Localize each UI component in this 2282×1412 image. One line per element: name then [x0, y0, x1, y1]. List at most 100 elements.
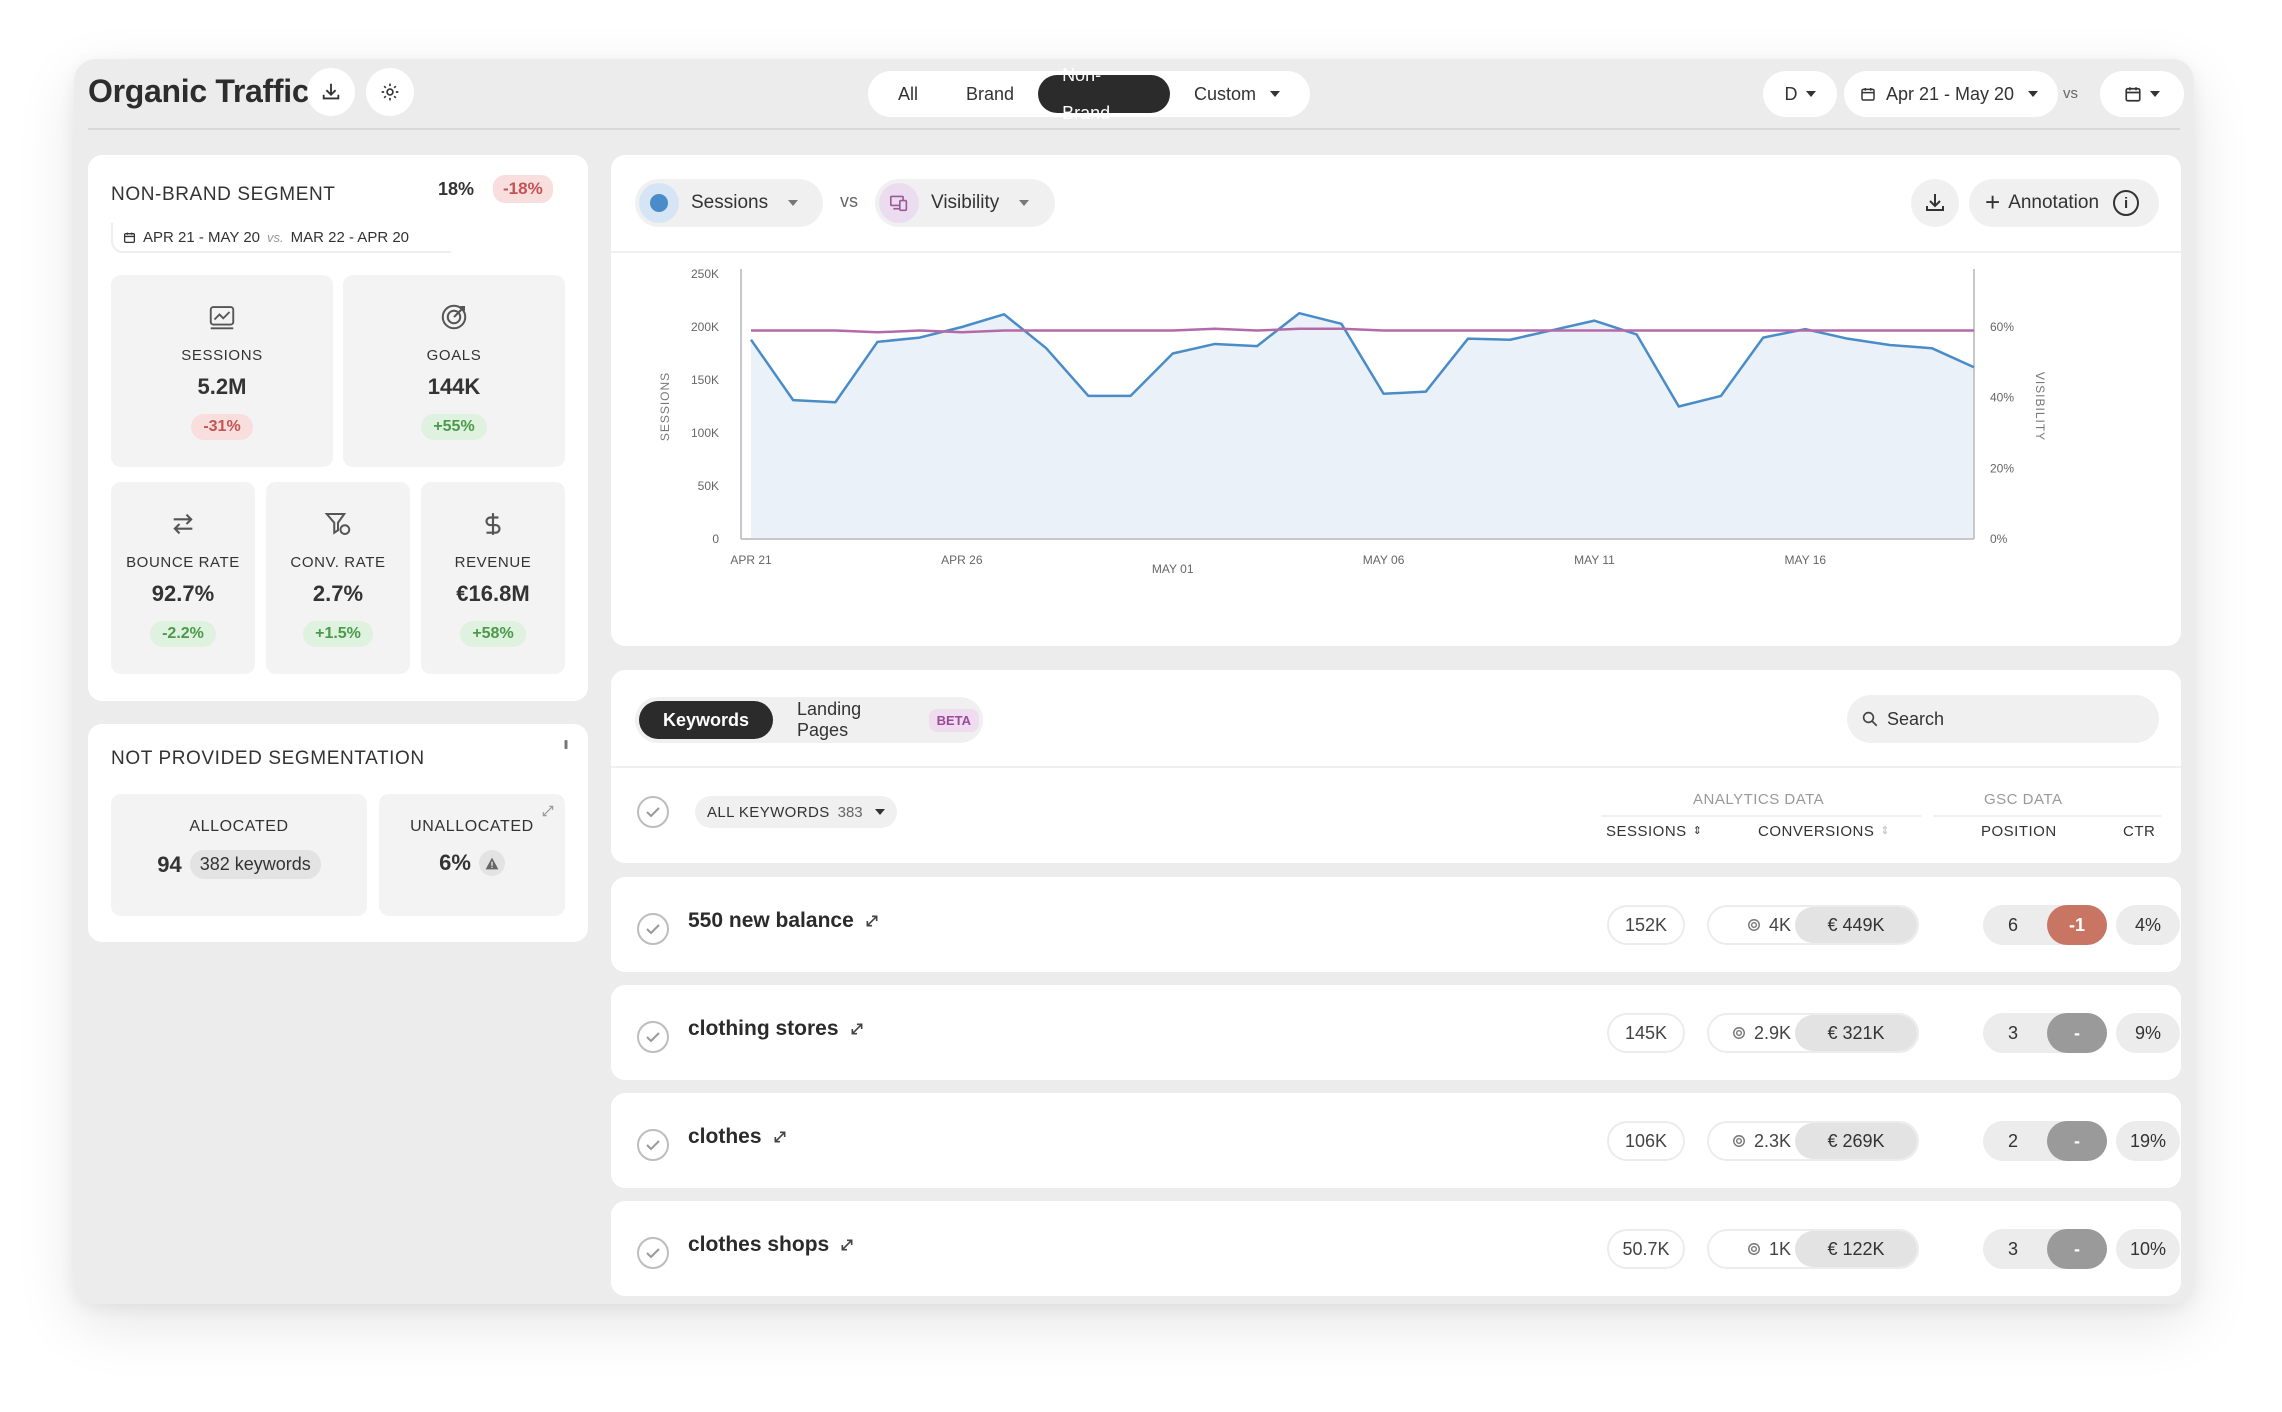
stat-change: +55% [421, 414, 487, 440]
date-range-value: Apr 21 - May 20 [1886, 83, 2015, 104]
date-vs: vs. [267, 229, 284, 245]
segment-card-title: NON-BRAND SEGMENT [111, 184, 336, 205]
keyword-cell: clothing stores [688, 1017, 865, 1041]
x-tick-label: MAY 06 [1363, 553, 1405, 567]
position-change-badge: - [2047, 1229, 2107, 1269]
select-all-checkbox[interactable] [637, 796, 669, 828]
table-row[interactable]: clothes 106K 2.3K € 269K 2 - 19% [611, 1093, 2181, 1188]
tab-landing-pages-label: Landing Pages [797, 699, 862, 740]
sort-icon: ⇕ [1692, 825, 1703, 837]
gear-icon [381, 83, 399, 101]
chart-export-button[interactable] [1911, 179, 1959, 227]
compare-date-select[interactable] [2100, 71, 2184, 117]
settings-button[interactable] [366, 68, 414, 116]
x-tick-label: APR 26 [941, 553, 983, 567]
external-link-icon[interactable] [839, 1237, 855, 1253]
search-input[interactable]: Search [1847, 695, 2159, 743]
keyword-text: clothes shops [688, 1233, 830, 1256]
expand-icon[interactable] [541, 804, 555, 818]
unallocated-label: UNALLOCATED [410, 818, 534, 835]
ctr-cell: 4% [2116, 905, 2180, 945]
segment-non-brand[interactable]: Non-Brand [1038, 65, 1170, 123]
external-link-icon[interactable] [864, 913, 880, 929]
y-tick-label: 100K [691, 426, 719, 440]
stat-conv-rate[interactable]: CONV. RATE 2.7% +1.5% [266, 482, 410, 674]
granularity-select[interactable]: D [1763, 71, 1837, 117]
position-change-badge: - [2047, 1013, 2107, 1053]
conversions-value: 4K [1768, 914, 1791, 935]
ctr-cell: 19% [2116, 1121, 2180, 1161]
stat-label: CONV. RATE [290, 554, 386, 571]
external-link-icon[interactable] [849, 1021, 865, 1037]
info-icon[interactable]: i [2113, 190, 2140, 216]
segment-all[interactable]: All [874, 75, 942, 113]
row-checkbox[interactable] [637, 1021, 669, 1053]
date-comparison: APR 21 - MAY 20 vs. MAR 22 - APR 20 [111, 223, 451, 253]
segment-brand[interactable]: Brand [942, 75, 1038, 113]
visibility-devices-icon [879, 183, 919, 223]
column-conversions[interactable]: CONVERSIONS ⇕ [1758, 823, 1890, 840]
row-checkbox[interactable] [637, 1237, 669, 1269]
annotation-button[interactable]: + Annotation i [1969, 179, 2159, 227]
stat-value: 5.2M [197, 374, 247, 399]
chevron-down-icon [1805, 91, 1816, 97]
segment-share-change: -18% [493, 175, 553, 203]
keywords-table-header-card: Keywords Landing Pages BETA Search ALL K… [611, 670, 2181, 863]
y2-tick-label: 20% [1990, 461, 2014, 475]
stat-goals[interactable]: GOALS 144K +55% [343, 275, 565, 467]
filter-label: ALL KEYWORDS [707, 803, 830, 821]
keyword-text: 550 new balance [688, 909, 854, 932]
stat-sessions[interactable]: SESSIONS 5.2M -31% [111, 275, 333, 467]
stat-change: +58% [460, 621, 526, 647]
check-icon [646, 924, 660, 935]
ctr-cell: 9% [2116, 1013, 2180, 1053]
analytics-data-group: ANALYTICS DATA [1693, 791, 1825, 808]
search-icon [1862, 711, 1878, 727]
segment-custom-label: Custom [1193, 84, 1256, 104]
y2-tick-label: 40% [1990, 391, 2014, 405]
date-previous: MAR 22 - APR 20 [290, 228, 410, 246]
unallocated-value: 6% [439, 850, 471, 875]
x-tick-label: APR 21 [730, 553, 772, 567]
column-sessions[interactable]: SESSIONS ⇕ [1606, 823, 1702, 840]
page-title: Organic Traffic [88, 73, 310, 109]
stat-revenue[interactable]: REVENUE €16.8M +58% [421, 482, 565, 674]
sessions-cell: 145K [1607, 1013, 1685, 1053]
column-sessions-label: SESSIONS [1606, 823, 1687, 840]
x-tick-label: MAY 11 [1574, 553, 1615, 567]
row-checkbox[interactable] [637, 1129, 669, 1161]
column-position[interactable]: POSITION [1981, 823, 2057, 840]
visibility-line [751, 327, 1974, 334]
calendar-icon [2125, 87, 2141, 102]
table-row[interactable]: clothing stores 145K 2.9K € 321K 3 - 9% [611, 985, 2181, 1080]
tab-keywords[interactable]: Keywords [639, 701, 774, 739]
table-row[interactable]: 550 new balance 152K 4K € 449K 6 -1 4% [611, 877, 2181, 972]
plus-icon: + [1985, 186, 2001, 217]
analytics-group-line [1601, 815, 1921, 817]
stat-value: 92.7% [151, 581, 215, 606]
conversions-value: 2.3K [1753, 1130, 1791, 1151]
not-provided-card: NOT PROVIDED SEGMENTATION ALLOCATED 94 3… [88, 724, 588, 942]
stat-bounce-rate[interactable]: BOUNCE RATE 92.7% -2.2% [111, 482, 255, 674]
check-icon [646, 807, 660, 818]
table-row[interactable]: clothes shops 50.7K 1K € 122K 3 - 10% [611, 1201, 2181, 1296]
stat-label: GOALS [426, 347, 482, 364]
external-link-icon[interactable] [772, 1129, 788, 1145]
metric-right-select[interactable]: Visibility [875, 179, 1055, 227]
stat-value: 144K [427, 374, 481, 399]
info-icon[interactable] [556, 734, 576, 754]
beta-badge: BETA [928, 708, 979, 732]
tab-landing-pages[interactable]: Landing Pages BETA [773, 699, 979, 741]
goal-target-icon [1733, 1135, 1745, 1147]
metric-left-select[interactable]: Sessions [635, 179, 823, 227]
row-checkbox[interactable] [637, 913, 669, 945]
export-button[interactable] [307, 68, 355, 116]
sessions-cell: 152K [1607, 905, 1685, 945]
segment-custom[interactable]: Custom [1170, 75, 1304, 113]
allocated-keywords: 382 keywords [189, 850, 321, 879]
date-range-select[interactable]: Apr 21 - May 20 [1844, 71, 2058, 117]
column-ctr[interactable]: CTR [2123, 823, 2155, 840]
keyword-filter-select[interactable]: ALL KEYWORDS 383 [695, 796, 897, 828]
sessions-cell: 106K [1607, 1121, 1685, 1161]
metric-vs: vs [840, 191, 858, 211]
